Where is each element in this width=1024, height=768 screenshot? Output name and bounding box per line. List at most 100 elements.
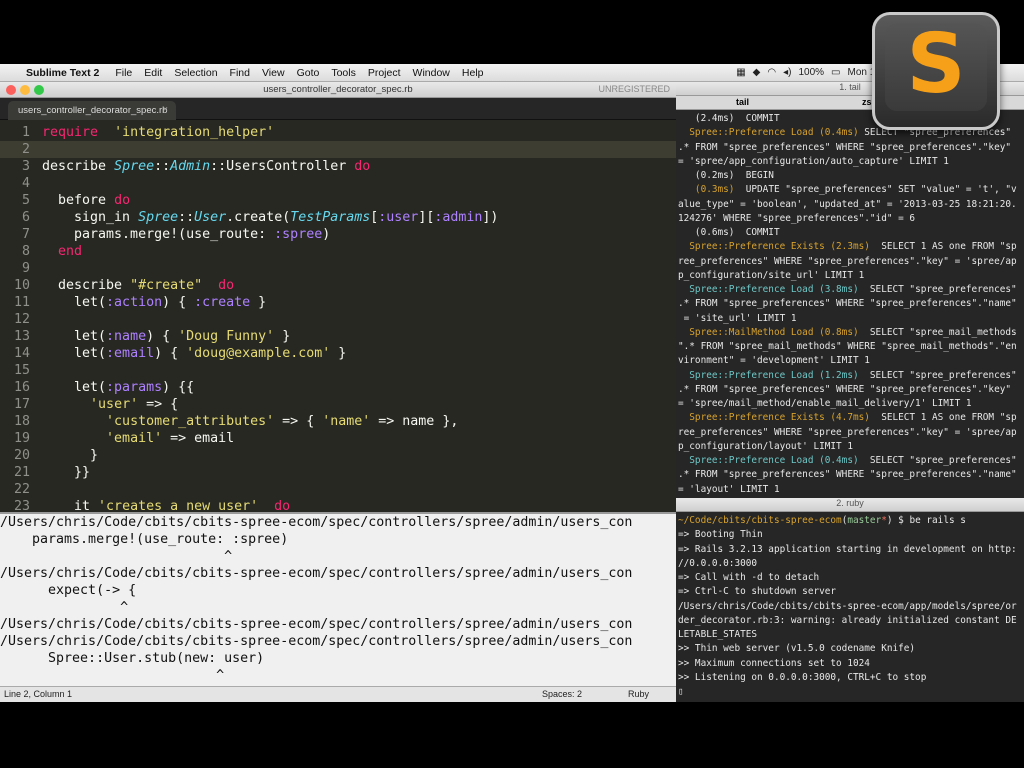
- code-token: require: [42, 125, 99, 140]
- code-line[interactable]: 3 describe Spree::Admin::UsersController …: [0, 158, 676, 175]
- calendar-icon[interactable]: ▦: [736, 67, 745, 78]
- code-line[interactable]: 7 params.merge!(use_route: :spree): [0, 226, 676, 243]
- terminal-token: ~/Code/cbits/cbits-spree-ecom: [678, 515, 842, 526]
- editor-tab-label: users_controller_decorator_spec.rb: [18, 105, 168, 116]
- code-token: :spree: [274, 227, 323, 242]
- wifi-icon[interactable]: ◠: [767, 67, 776, 78]
- code-line[interactable]: 13 let(:name) { 'Doug Funny' }: [0, 328, 676, 345]
- sublime-text-logo: S: [872, 12, 1000, 130]
- code-token: let(: [42, 329, 107, 344]
- code-token: 'name': [322, 414, 371, 429]
- code-line[interactable]: 9: [0, 260, 676, 277]
- code-token: sign_in: [42, 210, 139, 225]
- syntax-setting[interactable]: Ruby: [628, 689, 649, 699]
- terminal-tail-output[interactable]: (2.4ms) COMMIT Spree::Preference Load (0…: [676, 110, 1024, 498]
- menu-goto[interactable]: Goto: [297, 67, 320, 79]
- indentation-setting[interactable]: Spaces: 2: [542, 689, 582, 699]
- code-token: TestParams: [290, 210, 371, 225]
- menu-view[interactable]: View: [262, 67, 285, 79]
- code-token: describe: [42, 278, 131, 293]
- line-number: 6: [21, 210, 30, 225]
- terminal-token: => Ctrl-C to shutdown server: [678, 586, 837, 598]
- code-line[interactable]: 10 describe "#create" do: [0, 277, 676, 294]
- code-line[interactable]: 4: [0, 175, 676, 192]
- code-line[interactable]: 1 require 'integration_helper': [0, 124, 676, 141]
- menu-file[interactable]: File: [115, 67, 132, 79]
- dropbox-icon[interactable]: ◆: [753, 67, 761, 78]
- line-number: 1: [21, 125, 30, 140]
- code-token: :params: [106, 380, 163, 395]
- code-line[interactable]: 19 'email' => email: [0, 430, 676, 447]
- menu-selection[interactable]: Selection: [174, 67, 217, 79]
- line-number: 5: [21, 193, 30, 208]
- terminal-line: (0.6ms) COMMIT: [678, 226, 1022, 240]
- code-line[interactable]: 16 let(:params) {{: [0, 379, 676, 396]
- code-line[interactable]: 15: [0, 362, 676, 379]
- battery-level[interactable]: 100%: [798, 67, 824, 78]
- code-token: ][: [418, 210, 435, 225]
- line-number: 3: [21, 159, 30, 174]
- menu-edit[interactable]: Edit: [144, 67, 162, 79]
- terminal-tab-tail[interactable]: tail: [736, 97, 749, 107]
- code-token: let(: [42, 295, 107, 310]
- volume-icon[interactable]: ◂): [783, 67, 791, 78]
- terminal-token: Spree::Preference Load (0.4ms): [678, 455, 859, 466]
- code-token: do: [274, 499, 291, 512]
- console-line: /Users/chris/Code/cbits/cbits-spree-ecom…: [0, 634, 633, 649]
- terminal-token: >> Listening on 0.0.0.0:3000, CTRL+C to …: [678, 671, 927, 683]
- menu-find[interactable]: Find: [230, 67, 250, 79]
- terminal-line: .* FROM "spree_preferences" WHERE "spree…: [678, 468, 1022, 482]
- code-line[interactable]: 23 it 'creates a new user' do: [0, 498, 676, 512]
- code-line[interactable]: 12: [0, 311, 676, 328]
- editor-title-bar: users_controller_decorator_spec.rb UNREG…: [0, 82, 676, 98]
- battery-icon: ▭: [831, 67, 841, 78]
- menu-app-name[interactable]: Sublime Text 2: [26, 67, 99, 79]
- menu-project[interactable]: Project: [368, 67, 401, 79]
- editor-tab-bar: users_controller_decorator_spec.rb ×: [0, 98, 676, 120]
- terminal-line: => Ctrl-C to shutdown server: [678, 585, 1022, 599]
- code-editor[interactable]: 1 require 'integration_helper' 2 3 describe …: [0, 120, 676, 512]
- console-output[interactable]: /Users/chris/Code/cbits/cbits-spree-ecom…: [0, 512, 676, 686]
- terminal-token: (0.2ms) BEGIN: [678, 170, 774, 181]
- terminal-tab-zsh[interactable]: zs: [862, 97, 872, 107]
- code-line[interactable]: 22: [0, 481, 676, 498]
- code-token: :create: [194, 295, 251, 310]
- terminal-token: Spree::Preference Load (3.8ms): [678, 284, 859, 295]
- editor-tab[interactable]: users_controller_decorator_spec.rb ×: [8, 101, 176, 120]
- code-line[interactable]: 2: [0, 141, 676, 158]
- terminal-line: Spree::Preference Load (1.2ms) SELECT "s…: [678, 369, 1022, 383]
- line-number: 13: [13, 329, 30, 344]
- code-token: ) {: [162, 295, 195, 310]
- code-line[interactable]: 14 let(:email) { 'doug@example.com' }: [0, 345, 676, 362]
- menu-tools[interactable]: Tools: [331, 67, 356, 79]
- line-number: 22: [13, 482, 30, 497]
- code-token: }: [274, 329, 291, 344]
- code-line[interactable]: 18 'customer_attributes' => { 'name' => …: [0, 413, 676, 430]
- tab-close-icon[interactable]: ×: [162, 104, 168, 115]
- code-line[interactable]: 20 }: [0, 447, 676, 464]
- terminal-line: Spree::Preference Exists (2.3ms) SELECT …: [678, 240, 1022, 254]
- menu-window[interactable]: Window: [413, 67, 450, 79]
- editor-window-title: users_controller_decorator_spec.rb: [263, 84, 413, 95]
- terminal-ruby-output[interactable]: ~/Code/cbits/cbits-spree-ecom(master*) $…: [676, 512, 1024, 702]
- terminal-line: .* FROM "spree_preferences" WHERE "spree…: [678, 383, 1022, 397]
- terminal-token: Spree::Preference Load (0.4ms): [678, 127, 859, 139]
- terminal-token: Spree::Preference Exists (2.3ms): [678, 241, 870, 253]
- code-line[interactable]: 8 end: [0, 243, 676, 260]
- code-token: let(: [42, 346, 107, 361]
- terminal-token: ".* FROM "spree_mail_methods" WHERE "spr…: [678, 341, 1017, 352]
- terminal-line: (0.3ms) UPDATE "spree_preferences" SET "…: [678, 183, 1022, 197]
- console-line: Spree::User.stub(new: user): [0, 651, 265, 666]
- code-line[interactable]: 21 }}: [0, 464, 676, 481]
- menu-help[interactable]: Help: [462, 67, 484, 79]
- code-token: }: [250, 295, 267, 310]
- code-line[interactable]: 17 'user' => {: [0, 396, 676, 413]
- terminal-line: Spree::Preference Load (3.8ms) SELECT "s…: [678, 283, 1022, 297]
- code-line[interactable]: 5 before do: [0, 192, 676, 209]
- code-line[interactable]: 11 let(:action) { :create }: [0, 294, 676, 311]
- code-token: describe: [42, 159, 115, 174]
- terminal-line: ".* FROM "spree_mail_methods" WHERE "spr…: [678, 340, 1022, 354]
- code-line[interactable]: 6 sign_in Spree::User.create(TestParams[…: [0, 209, 676, 226]
